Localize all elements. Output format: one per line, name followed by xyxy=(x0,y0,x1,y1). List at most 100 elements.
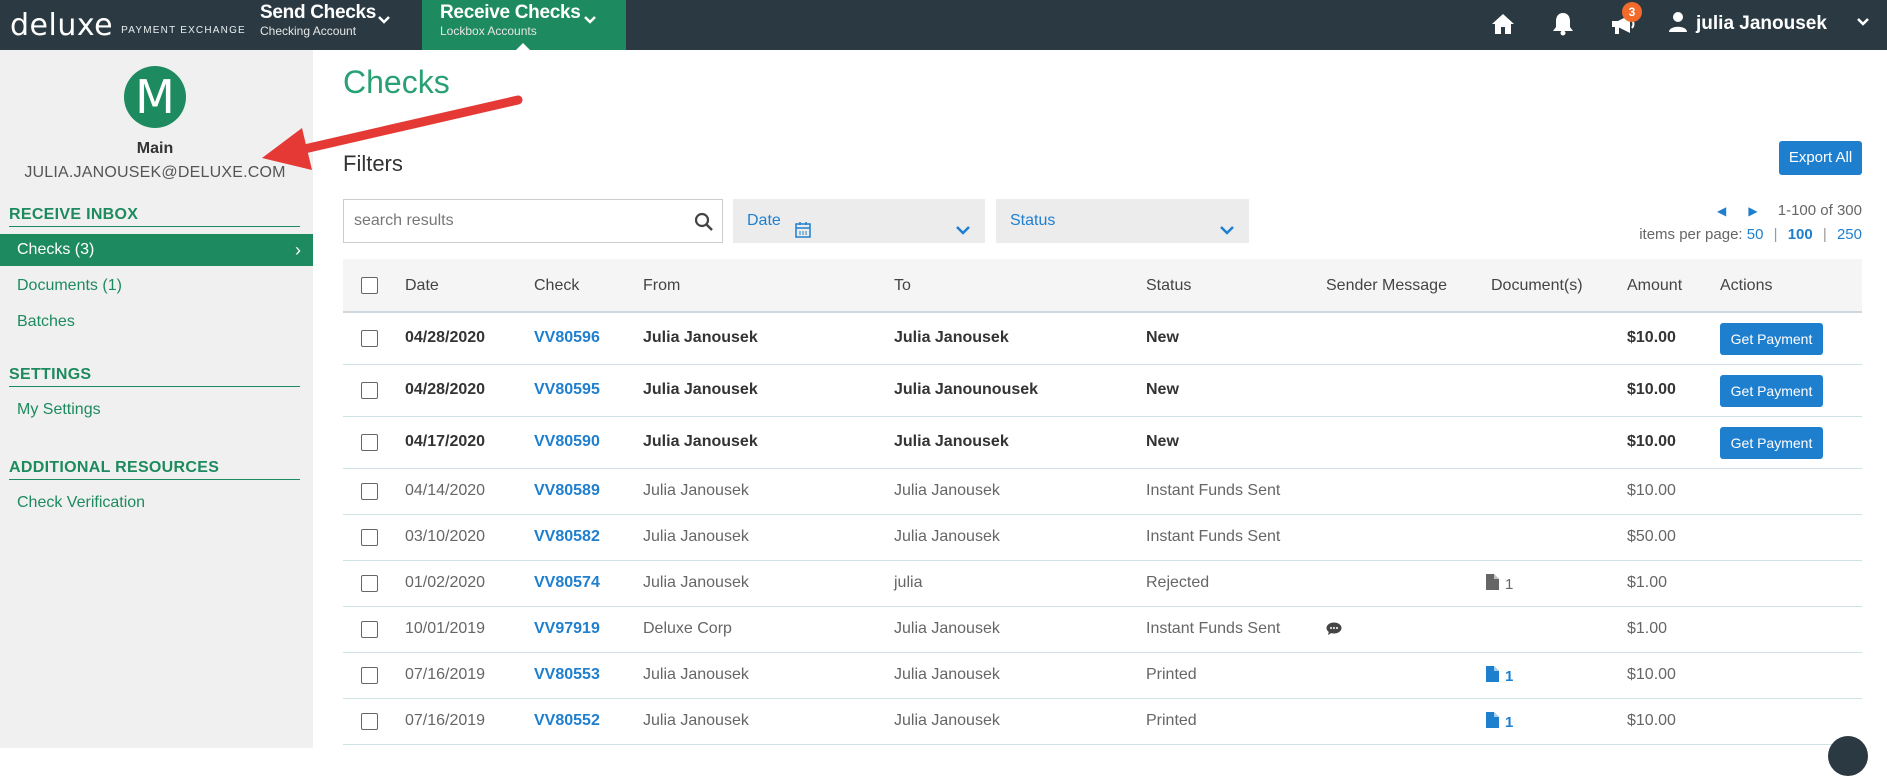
help-chat-button[interactable] xyxy=(1828,736,1868,776)
get-payment-button[interactable]: Get Payment xyxy=(1720,375,1823,407)
search-input[interactable] xyxy=(344,200,664,242)
row-checkbox[interactable] xyxy=(361,483,378,500)
home-icon[interactable] xyxy=(1488,9,1518,39)
cell-to: Julia Janousek xyxy=(894,620,1000,637)
check-number-link[interactable]: VV80574 xyxy=(534,574,600,592)
document-link[interactable]: 1 xyxy=(1486,574,1513,595)
cell-amount: $10.00 xyxy=(1627,482,1676,499)
table-row[interactable]: 04/14/2020 VV80589 Julia Janousek Julia Jan… xyxy=(343,469,1862,515)
table-row[interactable]: 07/16/2019 VV80553 Julia Janousek Julia Jan… xyxy=(343,653,1862,699)
sidebar-item-batches[interactable]: Batches xyxy=(0,306,313,338)
sidebar-item-check-verification[interactable]: Check Verification xyxy=(0,487,313,519)
cell-amount: $10.00 xyxy=(1627,666,1676,683)
chevron-down-icon xyxy=(582,12,598,31)
table-row[interactable]: 04/28/2020 VV80595 Julia Janousek Julia Jan… xyxy=(343,365,1862,417)
table-row[interactable]: 03/10/2020 VV80582 Julia Janousek Julia Jan… xyxy=(343,515,1862,561)
column-header-documents: Document(s) xyxy=(1491,277,1583,294)
row-checkbox[interactable] xyxy=(361,330,378,347)
export-all-button[interactable]: Export All xyxy=(1779,141,1862,175)
section-heading-receive-inbox: RECEIVE INBOX xyxy=(9,206,300,227)
check-number-link[interactable]: VV97919 xyxy=(534,620,600,638)
check-number-link[interactable]: VV80582 xyxy=(534,528,600,546)
table-row[interactable]: 01/02/2020 VV80574 Julia Janousek julia Reje… xyxy=(343,561,1862,607)
receive-checks-subtitle: Lockbox Accounts xyxy=(440,24,537,38)
cell-status: New xyxy=(1146,433,1179,450)
cell-amount: $50.00 xyxy=(1627,528,1676,545)
status-filter-label: Status xyxy=(1010,212,1056,229)
get-payment-button[interactable]: Get Payment xyxy=(1720,323,1823,355)
table-row[interactable]: 07/16/2019 VV80552 Julia Janousek Julia Jan… xyxy=(343,699,1862,745)
cell-to: Julia Janousek xyxy=(894,666,1000,683)
check-number-link[interactable]: VV80552 xyxy=(534,712,600,730)
cell-amount: $1.00 xyxy=(1627,574,1668,591)
cell-to: Julia Janousek xyxy=(894,482,1000,499)
per-page-option-250[interactable]: 250 xyxy=(1837,226,1862,243)
send-checks-subtitle: Checking Account xyxy=(260,24,357,38)
top-navigation-bar: deluxe PAYMENT EXCHANGE Send Checks Chec… xyxy=(0,0,1887,50)
cell-date: 01/02/2020 xyxy=(405,574,486,591)
cell-to: Julia Janousek xyxy=(894,712,1000,729)
comment-icon[interactable] xyxy=(1326,622,1342,641)
sidebar-item-checks[interactable]: Checks (3) › xyxy=(0,234,313,266)
date-filter-label: Date xyxy=(747,212,781,229)
document-count: 1 xyxy=(1505,668,1514,685)
document-icon xyxy=(1486,574,1499,595)
column-header-amount[interactable]: Amount xyxy=(1627,277,1682,295)
user-icon xyxy=(1668,11,1688,38)
status-filter-dropdown[interactable]: Status xyxy=(996,199,1249,243)
check-number-link[interactable]: VV80553 xyxy=(534,666,600,684)
check-number-link[interactable]: VV80595 xyxy=(534,381,600,399)
column-header-status[interactable]: Status xyxy=(1146,277,1191,295)
row-checkbox[interactable] xyxy=(361,713,378,730)
column-header-from[interactable]: From xyxy=(643,277,680,295)
per-page-option-50[interactable]: 50 xyxy=(1747,226,1764,243)
next-page-icon[interactable]: ▶ xyxy=(1748,204,1757,218)
row-checkbox[interactable] xyxy=(361,529,378,546)
check-number-link[interactable]: VV80596 xyxy=(534,329,600,347)
cell-amount: $1.00 xyxy=(1627,620,1668,637)
cell-status: Instant Funds Sent xyxy=(1146,482,1281,499)
check-number-link[interactable]: VV80590 xyxy=(534,433,600,451)
cell-date: 04/28/2020 xyxy=(405,381,486,398)
items-per-page: items per page: 50 | 100 | 250 xyxy=(1639,226,1862,243)
table-row[interactable]: 10/01/2019 VV97919 Deluxe Corp Julia Janous… xyxy=(343,607,1862,653)
get-payment-button[interactable]: Get Payment xyxy=(1720,427,1823,459)
pagination-range: 1-100 of 300 xyxy=(1777,202,1862,219)
cell-status: Instant Funds Sent xyxy=(1146,620,1281,637)
select-all-checkbox[interactable] xyxy=(361,277,378,294)
user-menu[interactable]: julia Janousek xyxy=(1668,8,1871,40)
row-checkbox[interactable] xyxy=(361,621,378,638)
account-email: JULIA.JANOUSEK@DELUXE.COM xyxy=(24,164,286,181)
calendar-icon xyxy=(795,212,811,256)
row-checkbox[interactable] xyxy=(361,575,378,592)
account-avatar: M xyxy=(124,66,186,128)
column-header-check[interactable]: Check xyxy=(534,277,579,295)
cell-amount: $10.00 xyxy=(1627,433,1676,450)
cell-amount: $10.00 xyxy=(1627,381,1676,398)
row-checkbox[interactable] xyxy=(361,667,378,684)
sidebar-item-documents[interactable]: Documents (1) xyxy=(0,270,313,302)
document-link[interactable]: 1 xyxy=(1486,712,1513,733)
send-checks-menu[interactable]: Send Checks Checking Account xyxy=(260,0,420,50)
per-page-option-100[interactable]: 100 xyxy=(1788,226,1813,243)
cell-from: Julia Janousek xyxy=(643,482,749,499)
cell-date: 10/01/2019 xyxy=(405,620,486,637)
document-icon xyxy=(1486,712,1499,733)
bell-icon[interactable] xyxy=(1548,9,1578,39)
table-row[interactable]: 04/17/2020 VV80590 Julia Janousek Julia Jan… xyxy=(343,417,1862,469)
document-link[interactable]: 1 xyxy=(1486,666,1513,687)
column-header-to[interactable]: To xyxy=(894,277,911,295)
row-checkbox[interactable] xyxy=(361,434,378,451)
sidebar-item-my-settings[interactable]: My Settings xyxy=(0,394,313,426)
cell-date: 07/16/2019 xyxy=(405,712,486,729)
search-icon[interactable] xyxy=(694,212,714,237)
row-checkbox[interactable] xyxy=(361,382,378,399)
previous-page-icon[interactable]: ◀ xyxy=(1717,204,1726,218)
check-number-link[interactable]: VV80589 xyxy=(534,482,600,500)
cell-status: New xyxy=(1146,329,1179,346)
table-row[interactable]: 04/28/2020 VV80596 Julia Janousek Julia Jan… xyxy=(343,313,1862,365)
date-filter-dropdown[interactable]: Date xyxy=(733,199,985,243)
user-name: julia Janousek xyxy=(1696,13,1827,34)
column-header-date[interactable]: Date xyxy=(405,277,439,295)
deluxe-logo[interactable]: deluxe PAYMENT EXCHANGE xyxy=(10,4,246,46)
